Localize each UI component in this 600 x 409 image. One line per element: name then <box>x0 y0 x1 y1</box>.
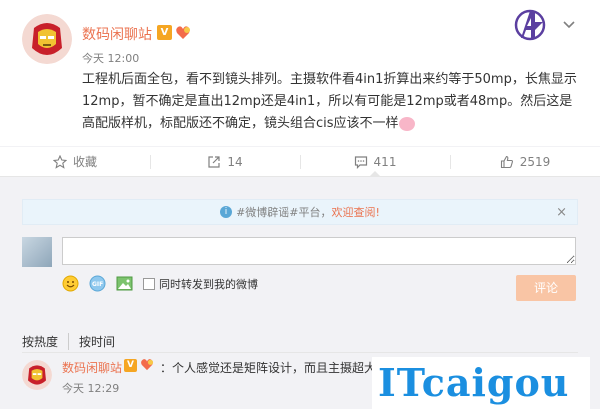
close-icon[interactable]: × <box>556 206 567 219</box>
comment-sort-tabs: 按热度 按时间 <box>22 333 125 350</box>
notice-link[interactable]: 欢迎查阅! <box>332 204 380 220</box>
author-name[interactable]: 数码闲聊站 <box>82 24 152 44</box>
svg-text:GIF: GIF <box>92 281 103 288</box>
comments-panel: i #微博辟谣#平台， 欢迎查阅! × GIF 同时转发到我的微博 评论 按热度… <box>0 176 600 409</box>
post-text: 工程机后面全包，看不到镜头排列。主摄软件看4in1折算出来约等于50mp，长焦显… <box>82 69 582 135</box>
image-icon[interactable] <box>116 275 133 292</box>
fan-badge-icon[interactable] <box>175 25 191 40</box>
comment-author-avatar[interactable] <box>22 360 52 390</box>
comment-text: ：个人感觉还是矩阵设计，而且主摄超大 <box>160 361 377 375</box>
favorite-label: 收藏 <box>72 155 97 169</box>
comment-author-name[interactable]: 数码闲聊站 <box>62 359 122 376</box>
comment-button[interactable]: 411 <box>300 147 450 177</box>
comment-toolbar: GIF 同时转发到我的微博 <box>62 275 258 292</box>
speech-bubble-icon <box>354 155 367 169</box>
site-watermark: ITcaigou <box>372 357 590 409</box>
verified-badge[interactable]: V <box>157 25 172 40</box>
star-icon <box>52 154 67 169</box>
repost-checkbox[interactable] <box>143 277 155 290</box>
comment-input[interactable] <box>62 237 576 265</box>
gif-icon[interactable]: GIF <box>89 275 106 292</box>
comment-verified-badge[interactable]: V <box>124 359 137 372</box>
repost-checkbox-label[interactable]: 同时转发到我的微博 <box>159 276 258 292</box>
comment-time: 今天 12:29 <box>62 382 120 395</box>
post-action-bar: 收藏 14 411 2519 <box>0 146 600 177</box>
watermark-text: ITcaigou <box>378 360 570 405</box>
share-arrow-icon <box>208 155 220 168</box>
comment-fan-badge-icon[interactable] <box>140 358 154 374</box>
like-count: 2519 <box>519 154 551 169</box>
post-text-body: 工程机后面全包，看不到镜头排列。主摄软件看4in1折算出来约等于50mp，长焦显… <box>82 72 577 131</box>
pig-emoji-icon <box>398 116 415 131</box>
submit-comment-button[interactable]: 评论 <box>516 275 576 301</box>
repost-checkbox-row[interactable]: 同时转发到我的微博 <box>143 276 258 292</box>
divider <box>22 352 578 353</box>
tab-sort-time[interactable]: 按时间 <box>68 333 125 350</box>
chevron-down-icon[interactable] <box>562 16 576 30</box>
thumbs-up-icon <box>500 155 513 168</box>
author-avatar[interactable] <box>22 14 72 64</box>
info-icon: i <box>220 206 233 218</box>
post-time[interactable]: 今天 12:00 <box>82 50 139 66</box>
repost-count: 14 <box>227 154 243 169</box>
rumor-notice-bar: i #微博辟谣#平台， 欢迎查阅! × <box>22 199 578 225</box>
favorite-button[interactable]: 收藏 <box>0 147 150 176</box>
avengers-icon[interactable] <box>513 8 547 42</box>
like-button[interactable]: 2519 <box>450 147 600 176</box>
current-user-avatar[interactable] <box>22 237 52 267</box>
repost-button[interactable]: 14 <box>150 147 300 176</box>
notice-text[interactable]: #微博辟谣#平台， <box>236 204 331 220</box>
emoji-icon[interactable] <box>62 275 79 292</box>
tab-sort-hot[interactable]: 按热度 <box>22 333 68 350</box>
comment-count: 411 <box>373 154 397 169</box>
